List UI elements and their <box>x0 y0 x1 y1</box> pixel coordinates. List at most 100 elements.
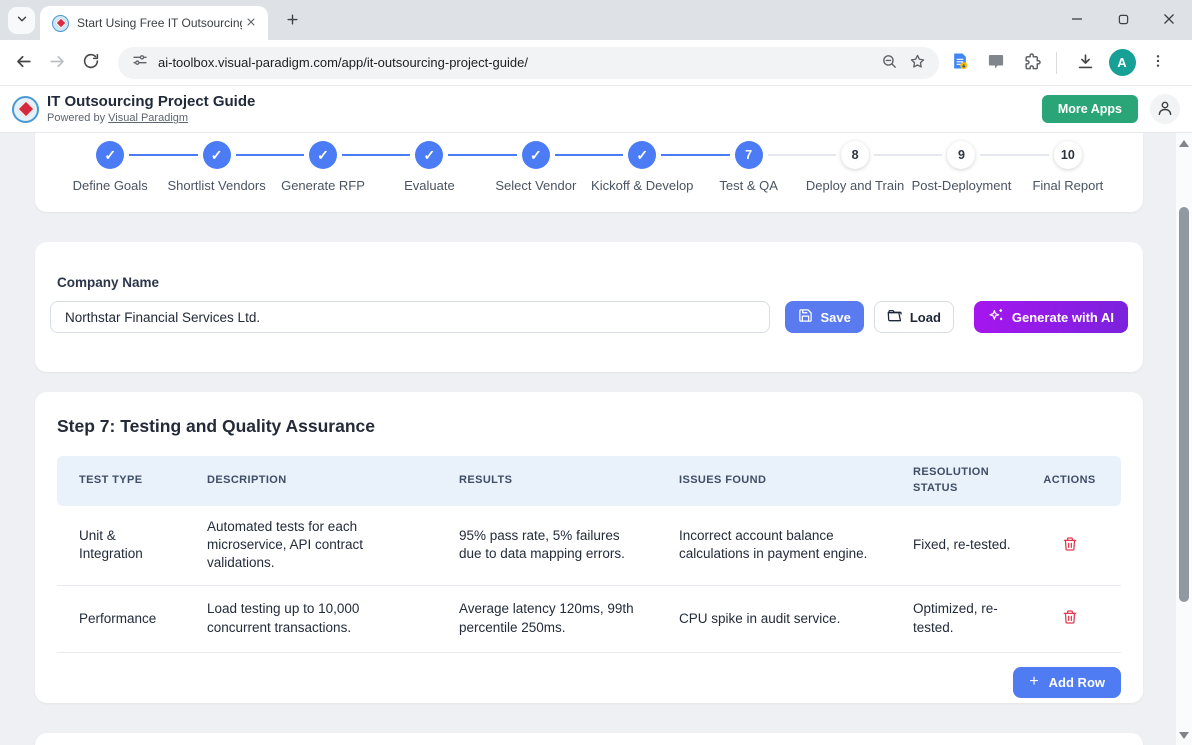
col-header-results: RESULTS <box>437 456 657 506</box>
page-scrollbar[interactable] <box>1176 133 1192 745</box>
plus-icon <box>285 12 300 30</box>
extensions-button[interactable] <box>1017 48 1047 78</box>
col-header-issues-found: ISSUES FOUND <box>657 456 891 506</box>
step-circle: ✓ <box>628 141 656 169</box>
app-title: IT Outsourcing Project Guide <box>47 94 255 111</box>
step-circle: ✓ <box>522 141 550 169</box>
back-button[interactable] <box>6 46 40 80</box>
window-controls <box>1054 0 1192 40</box>
speech-bubble-icon <box>987 52 1005 73</box>
step-label: Final Report <box>1015 178 1121 193</box>
stepper-step-select-vendor[interactable]: ✓ Select Vendor <box>483 141 589 193</box>
site-settings-icon[interactable] <box>132 52 148 73</box>
step-label: Evaluate <box>376 178 482 193</box>
cell-test-type[interactable]: Performance <box>79 610 165 628</box>
url-text: ai-toolbox.visual-paradigm.com/app/it-ou… <box>158 55 875 70</box>
stepper-step-shortlist-vendors[interactable]: ✓ Shortlist Vendors <box>163 141 269 193</box>
add-row-label: Add Row <box>1049 675 1105 690</box>
step-label: Kickoff & Develop <box>589 178 695 193</box>
stepper-step-define-goals[interactable]: ✓ Define Goals <box>57 141 163 193</box>
delete-row-button[interactable] <box>1058 605 1082 632</box>
col-header-actions: ACTIONS <box>1018 456 1121 506</box>
company-name-input[interactable] <box>50 301 770 333</box>
step-circle: ✓ <box>203 141 231 169</box>
add-row-button[interactable]: + Add Row <box>1013 667 1121 698</box>
step-label: Test & QA <box>695 178 801 193</box>
check-icon: ✓ <box>636 147 648 164</box>
more-apps-button[interactable]: More Apps <box>1042 95 1138 123</box>
window-maximize-button[interactable] <box>1100 0 1146 40</box>
downloads-button[interactable] <box>1070 48 1100 78</box>
cell-test-type[interactable]: Unit & Integration <box>79 527 165 563</box>
app-header: IT Outsourcing Project Guide Powered by … <box>0 85 1192 133</box>
scroll-up-button[interactable] <box>1176 135 1192 151</box>
tab-close-button[interactable] <box>242 14 260 32</box>
tab-strip: Start Using Free IT Outsourcing <box>0 0 1192 40</box>
step-number: 10 <box>1061 148 1075 162</box>
app-favicon-icon <box>52 15 69 32</box>
arrow-right-icon <box>48 52 67 74</box>
docs-extension-button[interactable] <box>945 48 975 78</box>
account-button[interactable] <box>1150 94 1180 124</box>
step-label: Post-Deployment <box>908 178 1014 193</box>
step-label: Generate RFP <box>270 178 376 193</box>
window-minimize-button[interactable] <box>1054 0 1100 40</box>
bookmark-button[interactable] <box>903 49 931 77</box>
chat-extension-button[interactable] <box>981 48 1011 78</box>
next-section-card <box>35 733 1143 745</box>
cell-resolution-status[interactable]: Fixed, re-tested. <box>913 536 1014 554</box>
step-label: Define Goals <box>57 178 163 193</box>
new-tab-button[interactable] <box>280 9 304 33</box>
col-header-test-type: TEST TYPE <box>57 456 185 506</box>
step-circle: 8 <box>841 141 869 169</box>
stepper-step-final-report[interactable]: 10 Final Report <box>1015 141 1121 193</box>
tab-title: Start Using Free IT Outsourcing <box>77 16 242 30</box>
profile-button[interactable]: A <box>1107 48 1137 78</box>
browser-window: Start Using Free IT Outsourcing <box>0 0 1192 745</box>
window-close-button[interactable] <box>1146 0 1192 40</box>
maximize-icon <box>1118 13 1129 28</box>
step-label: Select Vendor <box>483 178 589 193</box>
zoom-out-page-button[interactable] <box>875 49 903 77</box>
visual-paradigm-link[interactable]: Visual Paradigm <box>108 112 188 124</box>
step-circle: ✓ <box>309 141 337 169</box>
stepper-step-evaluate[interactable]: ✓ Evaluate <box>376 141 482 193</box>
check-icon: ✓ <box>104 147 116 164</box>
stepper-step-generate-rfp[interactable]: ✓ Generate RFP <box>270 141 376 193</box>
floppy-disk-icon <box>798 308 813 326</box>
cell-issues-found[interactable]: CPU spike in audit service. <box>679 610 871 628</box>
kebab-menu-icon <box>1150 53 1166 72</box>
browser-menu-button[interactable] <box>1143 48 1173 78</box>
reload-button[interactable] <box>74 46 108 80</box>
tab-search-button[interactable] <box>8 7 35 34</box>
stepper-step-deploy-and-train[interactable]: 8 Deploy and Train <box>802 141 908 193</box>
url-bar[interactable]: ai-toolbox.visual-paradigm.com/app/it-ou… <box>118 47 939 79</box>
save-button-label: Save <box>820 310 850 325</box>
cell-issues-found[interactable]: Incorrect account balance calculations i… <box>679 527 871 563</box>
save-button[interactable]: Save <box>785 301 863 333</box>
cell-description[interactable]: Automated tests for each microservice, A… <box>207 518 417 573</box>
sparkles-icon <box>988 307 1005 327</box>
table-row: Performance Load testing up to 10,000 co… <box>57 585 1121 652</box>
step-circle: ✓ <box>415 141 443 169</box>
load-button[interactable]: Load <box>874 301 954 333</box>
cell-results[interactable]: Average latency 120ms, 99th percentile 2… <box>459 600 637 636</box>
forward-button[interactable] <box>40 46 74 80</box>
scroll-down-button[interactable] <box>1176 727 1192 743</box>
project-stepper: ✓ Define Goals ✓ Shortlist Vendors ✓ Gen… <box>57 141 1121 193</box>
cell-results[interactable]: 95% pass rate, 5% failures due to data m… <box>459 527 637 563</box>
step-number: 7 <box>745 148 752 162</box>
scrollbar-thumb[interactable] <box>1179 207 1189 602</box>
step-number: 9 <box>958 148 965 162</box>
trash-icon <box>1062 613 1078 628</box>
generate-with-ai-button[interactable]: Generate with AI <box>974 301 1128 333</box>
cell-resolution-status[interactable]: Optimized, re-tested. <box>913 600 1014 636</box>
stepper-step-post-deployment[interactable]: 9 Post-Deployment <box>908 141 1014 193</box>
stepper-step-kickoff-develop[interactable]: ✓ Kickoff & Develop <box>589 141 695 193</box>
step-label: Deploy and Train <box>802 178 908 193</box>
cell-description[interactable]: Load testing up to 10,000 concurrent tra… <box>207 600 417 636</box>
delete-row-button[interactable] <box>1058 532 1082 559</box>
trash-icon <box>1062 540 1078 555</box>
stepper-step-test-qa[interactable]: 7 Test & QA <box>695 141 801 193</box>
browser-tab[interactable]: Start Using Free IT Outsourcing <box>40 6 268 40</box>
